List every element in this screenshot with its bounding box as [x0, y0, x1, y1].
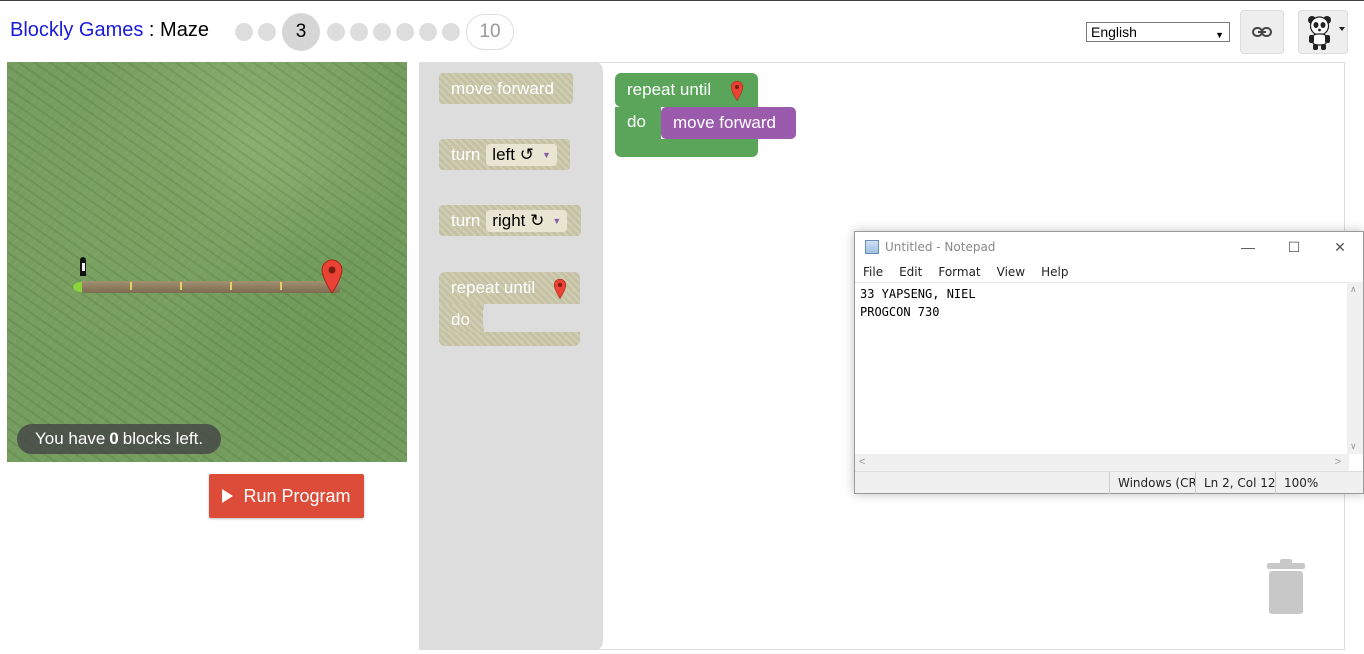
run-program-button[interactable]: Run Program [209, 474, 364, 518]
repeat-block-slot [483, 304, 580, 332]
toolbox-turn-right-block[interactable]: turn right ↻ ▼ [439, 205, 581, 236]
minimize-icon[interactable]: — [1225, 232, 1271, 262]
turn-right-dropdown[interactable]: right ↻ ▼ [486, 209, 568, 232]
pegman-menu-button[interactable] [1298, 10, 1348, 54]
maze-path [82, 281, 340, 293]
blocks-left-prefix: You have [35, 429, 106, 448]
language-select[interactable]: English ▼ [1086, 22, 1230, 42]
page-title: Blockly Games : Maze [10, 19, 209, 42]
repeat-until-label: repeat until [627, 80, 712, 99]
scroll-left-icon[interactable]: < [859, 456, 865, 468]
notepad-statusbar: Windows (CR Ln 2, Col 12 100% [855, 471, 1363, 494]
blocks-left-suffix: blocks left. [122, 429, 204, 448]
pegman-icon [80, 257, 86, 276]
workspace-move-forward-block[interactable]: move forward [661, 107, 796, 139]
current-level[interactable]: 3 [282, 13, 320, 51]
panda-avatar-icon [1308, 16, 1345, 50]
satellite-background [7, 62, 407, 462]
notepad-text-area[interactable]: 33 YAPSENG, NIEL PROGCON 730 [855, 282, 1349, 454]
turn-left-dropdown[interactable]: left ↺ ▼ [486, 143, 557, 166]
move-forward-label: move forward [673, 113, 776, 132]
status-zoom: 100% [1275, 472, 1347, 494]
level-7-dot[interactable] [395, 23, 414, 41]
toolbox-move-forward-block[interactable]: move forward [439, 73, 573, 104]
turn-right-value: right ↻ [492, 210, 545, 230]
level-10-button[interactable]: 10 [466, 14, 514, 50]
level-6-dot[interactable] [372, 23, 391, 41]
trash-can-icon[interactable] [1265, 559, 1307, 615]
maximize-icon[interactable]: ☐ [1271, 232, 1317, 262]
maze-display: You have 0 blocks left. [7, 62, 407, 462]
repeat-block-bottom [615, 139, 758, 157]
scroll-up-icon[interactable]: ∧ [1350, 284, 1357, 295]
notepad-window: Untitled - Notepad — ☐ ✕ File Edit Forma… [854, 231, 1364, 494]
menu-edit[interactable]: Edit [899, 265, 922, 279]
repeat-block-bottom [439, 332, 580, 346]
run-program-label: Run Program [243, 485, 351, 506]
dropdown-caret-icon: ▼ [552, 215, 562, 226]
close-icon[interactable]: ✕ [1317, 232, 1363, 262]
do-label: do [627, 112, 646, 131]
dropdown-arrow-icon: ▼ [1215, 30, 1224, 40]
menu-help[interactable]: Help [1041, 265, 1068, 279]
turn-left-value: left ↺ [492, 144, 534, 164]
toolbox-turn-left-block[interactable]: turn left ↺ ▼ [439, 139, 570, 170]
turn-label: turn [451, 144, 481, 164]
menu-file[interactable]: File [863, 265, 883, 279]
game-name: Maze [160, 19, 209, 41]
goal-marker-icon [553, 278, 567, 299]
scroll-down-icon[interactable]: ∨ [1350, 441, 1357, 452]
level-5-dot[interactable] [349, 23, 368, 41]
language-value: English [1091, 24, 1137, 40]
level-1-dot[interactable] [234, 23, 253, 41]
toolbox-repeat-until-block[interactable]: repeat until do [439, 272, 580, 346]
path-segment-mark [280, 282, 282, 290]
path-segment-mark [230, 282, 232, 290]
dropdown-caret-icon: ▼ [541, 149, 551, 160]
notepad-menubar: File Edit Format View Help [855, 262, 1363, 282]
level-selector: 3 10 [232, 13, 514, 51]
notepad-title: Untitled - Notepad [885, 240, 996, 254]
path-segment-mark [130, 282, 132, 290]
blocks-left-status: You have 0 blocks left. [17, 424, 222, 454]
play-icon [222, 489, 234, 503]
blocks-left-count: 0 [109, 429, 119, 448]
finish-marker-icon [321, 259, 343, 294]
menu-view[interactable]: View [997, 265, 1025, 279]
app-name-link[interactable]: Blockly Games [10, 19, 143, 41]
level-9-dot[interactable] [441, 23, 460, 41]
repeat-until-label: repeat until [451, 278, 536, 297]
status-position: Ln 2, Col 12 [1195, 472, 1275, 494]
turn-label: turn [451, 210, 481, 230]
status-encoding: Windows (CR [1109, 472, 1195, 494]
do-label: do [451, 310, 470, 329]
horizontal-scrollbar[interactable]: < > [855, 454, 1349, 471]
level-8-dot[interactable] [418, 23, 437, 41]
scroll-right-icon[interactable]: > [1335, 456, 1341, 468]
menu-format[interactable]: Format [938, 265, 980, 279]
notepad-icon [865, 240, 879, 254]
goal-marker-icon [730, 80, 744, 101]
level-2-dot[interactable] [257, 23, 276, 41]
window-controls: — ☐ ✕ [1225, 232, 1363, 262]
title-separator: : [143, 19, 161, 41]
link-button[interactable] [1240, 10, 1284, 54]
vertical-scrollbar[interactable]: ∧ ∨ [1347, 282, 1363, 454]
path-segment-mark [180, 282, 182, 290]
level-4-dot[interactable] [326, 23, 345, 41]
link-icon [1252, 27, 1272, 37]
move-forward-label: move forward [451, 78, 554, 98]
